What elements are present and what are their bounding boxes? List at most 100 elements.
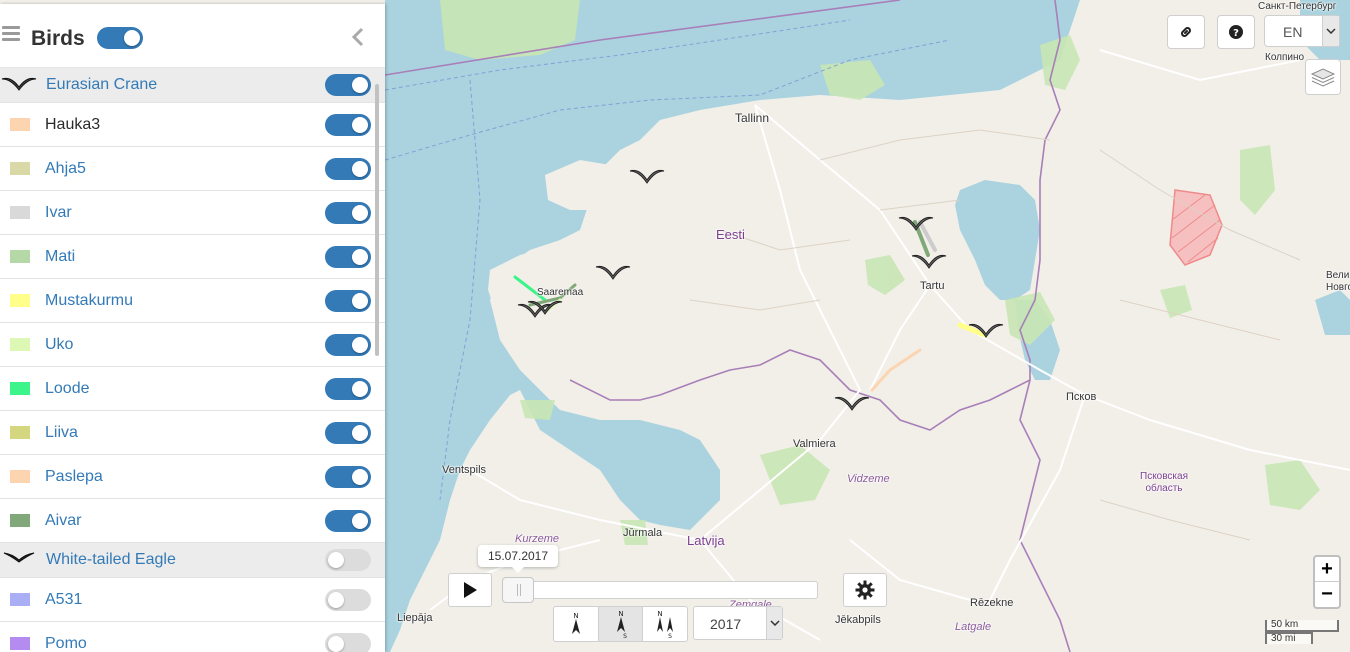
bird-row-mati[interactable]: Mati — [0, 235, 385, 279]
year-caret[interactable] — [766, 607, 782, 639]
direction-north-south-button[interactable]: N S — [598, 607, 644, 641]
bird-toggle[interactable] — [325, 290, 371, 312]
zoom-in-button[interactable]: + — [1315, 557, 1339, 582]
bird-toggle[interactable] — [325, 202, 371, 224]
city-label-line: Вели — [1326, 270, 1350, 281]
chevron-down-icon — [769, 620, 780, 626]
species-label: White-tailed Eagle — [46, 551, 176, 568]
color-swatch — [10, 250, 30, 263]
bird-toggle[interactable] — [325, 378, 371, 400]
bird-toggle[interactable] — [325, 422, 371, 444]
bird-label: Loode — [45, 380, 90, 397]
sidebar-header: Birds — [0, 4, 385, 68]
date-tooltip: 15.07.2017 — [478, 545, 558, 573]
settings-button[interactable] — [843, 573, 887, 607]
layers-button[interactable] — [1305, 59, 1341, 95]
bird-marker-icon[interactable] — [834, 393, 870, 411]
timeline-slider[interactable] — [502, 581, 818, 599]
region-label: Псковская область — [1140, 471, 1188, 495]
bird-toggle[interactable] — [325, 158, 371, 180]
bird-marker-icon[interactable] — [595, 262, 631, 280]
bird-toggle[interactable] — [325, 510, 371, 532]
bird-marker-icon[interactable] — [968, 320, 1004, 338]
chevron-left-icon[interactable] — [349, 26, 367, 48]
help-button[interactable]: ? — [1217, 15, 1255, 49]
bird-row-mustakurmu[interactable]: Mustakurmu — [0, 279, 385, 323]
color-swatch — [10, 162, 30, 175]
color-swatch — [10, 593, 30, 606]
south-label: S — [668, 633, 672, 640]
bird-row-liiva[interactable]: Liiva — [0, 411, 385, 455]
year-select[interactable]: 2017 — [693, 606, 783, 640]
north-south-arrow-icon: N S — [616, 610, 627, 640]
north-label: N — [618, 610, 623, 618]
eagle-icon — [3, 552, 35, 563]
species-toggle[interactable] — [325, 74, 371, 96]
link-icon — [1181, 27, 1191, 37]
bird-label: Mati — [45, 248, 76, 265]
crane-icon — [1, 77, 37, 91]
zoom-out-button[interactable]: − — [1315, 582, 1339, 607]
layers-icon — [1310, 68, 1336, 87]
bird-label: Pomo — [45, 635, 87, 652]
city-label: Вели Новго — [1326, 270, 1350, 294]
bird-label: Liiva — [45, 424, 78, 441]
color-swatch — [10, 118, 30, 131]
bird-toggle[interactable] — [325, 114, 371, 136]
south-label: S — [623, 633, 627, 640]
north-arrow-icon: N — [571, 612, 580, 634]
play-button[interactable] — [448, 573, 492, 607]
year-value: 2017 — [710, 616, 742, 632]
bird-toggle[interactable] — [325, 466, 371, 488]
bird-row-hauka3[interactable]: Hauka3 — [0, 103, 385, 147]
species-group-eurasian-crane[interactable]: Eurasian Crane — [0, 68, 385, 103]
play-icon — [464, 582, 477, 598]
color-swatch — [10, 426, 30, 439]
bird-label: Ivar — [45, 204, 72, 221]
sidebar-scrollbar[interactable] — [375, 84, 379, 356]
scale-mi: 30 mi — [1265, 632, 1313, 644]
bird-row-pomo[interactable]: Pomo — [0, 622, 385, 652]
share-link-button[interactable] — [1167, 15, 1205, 49]
city-label: Rēzekne — [970, 597, 1014, 609]
bird-marker-icon[interactable] — [527, 297, 563, 315]
bird-marker-icon[interactable] — [911, 251, 947, 269]
region-label: Vidzeme — [847, 473, 890, 485]
bird-marker-icon[interactable] — [629, 166, 665, 184]
bird-toggle[interactable] — [325, 246, 371, 268]
species-toggle[interactable] — [325, 549, 371, 571]
bird-marker-icon[interactable] — [898, 213, 934, 231]
direction-north-button[interactable]: N — [554, 607, 599, 641]
bird-toggle[interactable] — [325, 334, 371, 356]
bird-toggle[interactable] — [325, 589, 371, 611]
bird-row-ivar[interactable]: Ivar — [0, 191, 385, 235]
direction-double-button[interactable]: N S — [643, 607, 687, 641]
country-label: Latvija — [687, 533, 725, 548]
bird-row-uko[interactable]: Uko — [0, 323, 385, 367]
color-swatch — [10, 338, 30, 351]
timeline-slider-handle[interactable] — [502, 577, 534, 603]
bird-toggle[interactable] — [325, 633, 371, 652]
city-label: Jēkabpils — [835, 614, 881, 626]
menu-icon[interactable] — [2, 26, 20, 42]
city-label: Колпино — [1265, 52, 1305, 63]
bird-row-loode[interactable]: Loode — [0, 367, 385, 411]
sidebar: Birds Eurasian Crane Hauka3 Ahja5 Ivar M… — [0, 4, 385, 652]
color-swatch — [10, 637, 30, 650]
bird-row-aivar[interactable]: Aivar — [0, 499, 385, 543]
city-label: Tartu — [920, 280, 945, 292]
north-label: N — [573, 612, 578, 620]
species-group-white-tailed-eagle[interactable]: White-tailed Eagle — [0, 543, 385, 578]
bird-row-paslepa[interactable]: Paslepa — [0, 455, 385, 499]
bird-row-ahja5[interactable]: Ahja5 — [0, 147, 385, 191]
gear-icon — [855, 580, 875, 600]
region-label-line: Псковская — [1140, 471, 1189, 482]
language-caret[interactable] — [1322, 16, 1339, 46]
region-label: Kurzeme — [515, 533, 560, 545]
all-birds-toggle[interactable] — [97, 27, 143, 49]
bird-label: A531 — [45, 591, 83, 608]
language-value: EN — [1283, 24, 1303, 40]
bird-row-a531[interactable]: A531 — [0, 578, 385, 622]
language-select[interactable]: EN — [1264, 15, 1340, 47]
color-swatch — [10, 382, 30, 395]
